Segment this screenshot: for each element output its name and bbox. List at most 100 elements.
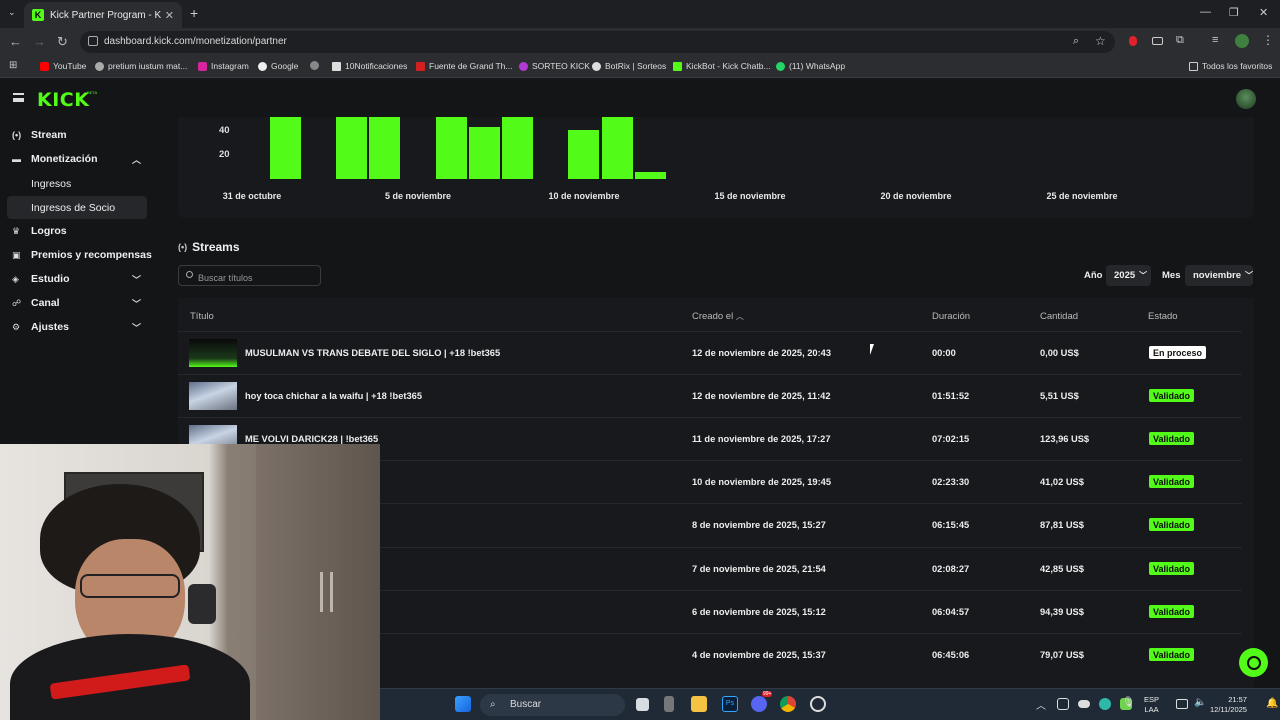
studio-icon: ◈ — [12, 273, 19, 284]
all-bookmarks[interactable]: Todos los favoritos — [1189, 61, 1272, 71]
kick-logo[interactable]: KICK — [37, 89, 89, 111]
url-field[interactable]: dashboard.kick.com/monetization/partner — [80, 31, 1115, 53]
help-chat-button[interactable] — [1239, 648, 1268, 677]
app-circle-icon[interactable] — [810, 696, 826, 712]
sidebar-subitem-ingresos-socio[interactable]: Ingresos de Socio — [7, 196, 147, 219]
stream-duration: 02:23:30 — [932, 477, 970, 487]
column-header-estado[interactable]: Estado — [1148, 311, 1178, 322]
sidebar-subitem-ingresos[interactable]: Ingresos — [7, 172, 147, 195]
chevron-down-icon: ﹀ — [132, 274, 142, 285]
chevron-down-icon: ﹀ — [1139, 271, 1148, 280]
chart-x-tick: 5 de noviembre — [384, 191, 452, 201]
language-variant: LAA — [1144, 705, 1159, 714]
tray-chevron-icon[interactable]: ︿ — [1036, 697, 1046, 712]
zoom-icon[interactable]: ⌕ — [1073, 35, 1079, 48]
chart-bar[interactable] — [270, 117, 301, 179]
site-info-icon[interactable] — [88, 36, 98, 46]
chart-bar[interactable] — [369, 117, 400, 179]
extension-icon[interactable] — [1152, 37, 1163, 45]
sidebar-item-premios[interactable]: ▣ Premios y recompensas — [0, 243, 156, 267]
language-indicator[interactable]: ESP LAA — [1144, 695, 1159, 715]
app-icon[interactable] — [664, 696, 674, 712]
bookmark-sorteo-kick[interactable]: SORTEO KICK — [519, 61, 590, 71]
close-tab-icon[interactable]: ✕ — [165, 9, 174, 22]
tray-green-icon[interactable] — [1099, 698, 1111, 710]
bookmark-botrix[interactable]: BotRix | Sorteos — [592, 61, 666, 71]
youtube-icon — [40, 61, 49, 71]
bookmark-whatsapp[interactable]: (11) WhatsApp — [776, 61, 845, 71]
forward-icon[interactable]: → — [33, 34, 46, 49]
year-select[interactable]: 2025 ﹀ — [1106, 265, 1151, 286]
chart-bar[interactable] — [436, 117, 467, 179]
sorteo-icon — [519, 61, 528, 71]
close-window-icon[interactable]: ✕ — [1259, 6, 1268, 19]
reading-list-icon[interactable]: ≡ — [1212, 34, 1218, 46]
chart-bar[interactable] — [469, 127, 500, 179]
chart-bar[interactable] — [635, 172, 666, 179]
chart-bar[interactable] — [336, 117, 367, 179]
mic-tray-icon[interactable]: 🎙 — [1122, 697, 1135, 708]
sidebar-item-ajustes[interactable]: ⚙ Ajustes ﹀ — [0, 315, 156, 339]
taskbar-search[interactable]: ⌕ Buscar — [480, 694, 625, 716]
browser-tab[interactable]: K Kick Partner Program - Kick Da ✕ — [24, 2, 182, 28]
restore-icon[interactable]: ❐ — [1229, 6, 1239, 19]
search-titles-input[interactable] — [178, 265, 321, 286]
month-select[interactable]: noviembre ﹀ — [1185, 265, 1253, 286]
tray-icon[interactable] — [1057, 698, 1069, 710]
network-icon[interactable] — [1176, 699, 1188, 709]
column-header-titulo[interactable]: Título — [190, 311, 214, 322]
clock-date: 12/11/2025 — [1210, 705, 1247, 714]
new-tab-icon[interactable]: + — [190, 5, 198, 21]
apps-grid-icon[interactable]: ⊞ — [9, 60, 17, 71]
sidebar-item-canal[interactable]: ☍ Canal ﹀ — [0, 291, 156, 315]
discord-icon[interactable] — [751, 696, 767, 712]
stream-thumbnail — [189, 339, 237, 367]
windows-start-icon[interactable] — [455, 696, 471, 712]
stream-amount: 41,02 US$ — [1040, 477, 1084, 487]
extension-red-icon[interactable] — [1129, 36, 1137, 46]
bookmark-youtube[interactable]: YouTube — [40, 61, 86, 71]
bookmark-label: Instagram — [211, 61, 249, 71]
bookmark-pretium[interactable]: pretium iustum mat... — [95, 61, 187, 71]
task-view-icon[interactable] — [636, 698, 649, 711]
menu-dots-icon[interactable]: ⋮ — [1262, 33, 1274, 47]
photoshop-icon[interactable]: Ps — [722, 696, 738, 712]
bookmark-instagram[interactable]: Instagram — [198, 61, 249, 71]
file-explorer-icon[interactable] — [691, 696, 707, 712]
profile-avatar-icon[interactable] — [1235, 34, 1249, 48]
sidebar-item-stream[interactable]: (•) Stream — [0, 123, 156, 147]
column-header-creado[interactable]: Creado el ︿ — [692, 311, 744, 322]
bookmark-fuente[interactable]: Fuente de Grand Th... — [416, 61, 512, 71]
speaker-icon[interactable]: 🔈 — [1194, 697, 1206, 708]
bookmark-kickbot[interactable]: KickBot - Kick Chatb... — [673, 61, 771, 71]
tab-list-icon[interactable]: ⌄ — [8, 7, 16, 18]
onedrive-icon[interactable] — [1078, 700, 1090, 708]
stream-duration: 00:00 — [932, 348, 956, 358]
kick-header: KICK BETA — [0, 79, 1280, 117]
back-icon[interactable]: ← — [9, 34, 22, 49]
reload-icon[interactable]: ↻ — [57, 34, 68, 50]
sidebar-item-estudio[interactable]: ◈ Estudio ﹀ — [0, 267, 156, 291]
bookmark-google[interactable]: Google — [258, 61, 298, 71]
broadcast-icon: (•) — [12, 129, 22, 140]
mouse-cursor — [870, 344, 874, 355]
extensions-puzzle-icon[interactable]: ⧉ — [1176, 34, 1184, 47]
sidebar-item-logros[interactable]: ♛ Logros — [0, 219, 156, 243]
user-avatar[interactable] — [1236, 89, 1256, 109]
gear-icon: ⚙ — [12, 321, 21, 332]
clock[interactable]: 21:57 12/11/2025 — [1210, 695, 1247, 715]
minimize-icon[interactable]: — — [1200, 6, 1211, 18]
menu-hamburger-icon[interactable] — [13, 93, 24, 102]
notifications-icon[interactable]: 🔔 — [1266, 698, 1278, 709]
chart-bar[interactable] — [502, 117, 533, 179]
chart-bar[interactable] — [602, 117, 633, 179]
column-header-duracion[interactable]: Duración — [932, 311, 970, 322]
sidebar-item-monetizacion[interactable]: ▬ Monetización ︿ — [0, 147, 156, 171]
bookmark-10notificaciones[interactable]: 10Notificaciones — [332, 61, 407, 71]
bookmark-unnamed[interactable] — [310, 61, 323, 70]
font-icon — [416, 61, 425, 71]
chrome-icon[interactable] — [780, 696, 796, 712]
chart-bar[interactable] — [568, 129, 599, 179]
bookmark-star-icon[interactable]: ☆ — [1095, 34, 1106, 48]
column-header-cantidad[interactable]: Cantidad — [1040, 311, 1078, 322]
